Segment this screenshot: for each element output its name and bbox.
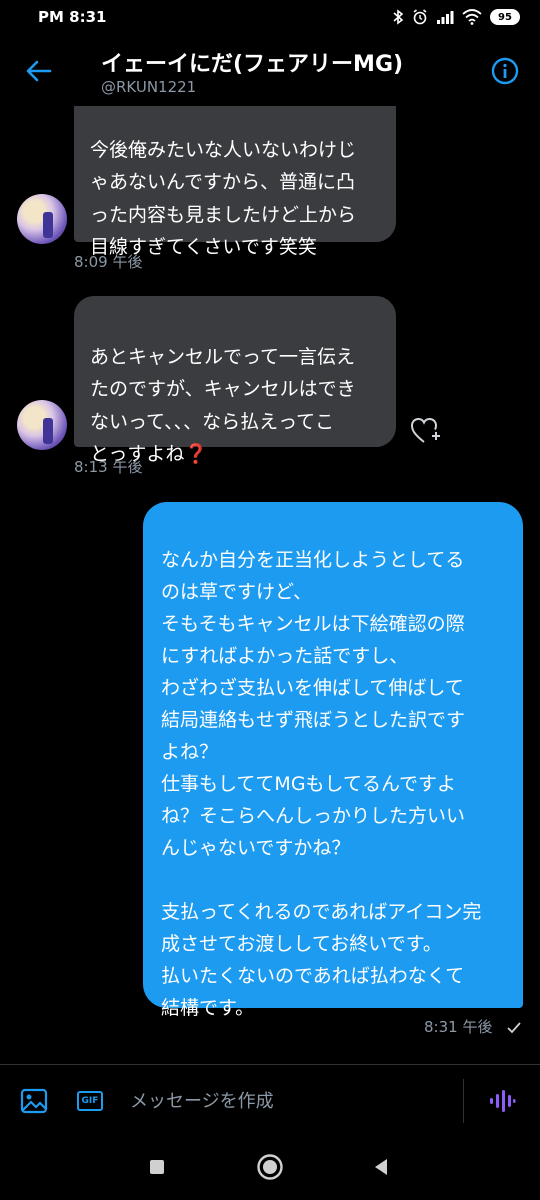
back-arrow-icon xyxy=(26,60,52,82)
conversation-header: イェーイにだ(フェアリーMG) @RKUN1221 xyxy=(0,34,540,106)
sent-check-icon xyxy=(507,1019,521,1038)
info-icon xyxy=(491,57,519,85)
composer-divider xyxy=(463,1079,464,1123)
message-composer: GIF xyxy=(0,1064,540,1134)
back-button[interactable] xyxy=(24,56,54,86)
gif-button[interactable]: GIF xyxy=(74,1085,106,1117)
status-time: PM 8:31 xyxy=(38,8,107,26)
alarm-icon xyxy=(412,9,428,25)
back-icon xyxy=(375,1159,387,1175)
recents-icon xyxy=(150,1160,164,1174)
message-timestamp: 8:31 午後 xyxy=(424,1018,493,1036)
message-text: あとキャンセルでって一言伝え たのですが、キャンセルはでき ないって、、、なら払… xyxy=(90,345,356,466)
voice-icon xyxy=(490,1090,516,1112)
info-button[interactable] xyxy=(490,56,520,86)
voice-message-button[interactable] xyxy=(486,1085,518,1117)
conversation-title[interactable]: イェーイにだ(フェアリーMG) xyxy=(101,46,403,78)
wifi-icon xyxy=(462,9,482,25)
add-reaction-button[interactable] xyxy=(410,416,442,450)
bluetooth-icon xyxy=(392,9,404,25)
message-timestamp: 8:13 午後 xyxy=(74,458,143,476)
battery-icon: 95 xyxy=(490,9,520,25)
signal-icon xyxy=(436,10,454,24)
recents-button[interactable] xyxy=(142,1152,172,1182)
system-navigation-bar xyxy=(0,1134,540,1200)
status-bar: PM 8:31 95 xyxy=(0,0,540,34)
heart-plus-icon xyxy=(410,417,440,443)
message-text: なんか自分を正当化しようとしてる のは草ですけど、 そもそもキャンセルは下絵確認… xyxy=(161,549,482,1019)
system-back-button[interactable] xyxy=(366,1152,396,1182)
home-icon xyxy=(257,1154,283,1180)
avatar[interactable] xyxy=(17,194,67,244)
outgoing-message-bubble[interactable]: なんか自分を正当化しようとしてる のは草ですけど、 そもそもキャンセルは下絵確認… xyxy=(143,502,523,1019)
avatar[interactable] xyxy=(17,400,67,450)
message-text: 今後俺みたいな人いないわけじ ゃあないんですから、普通に凸 った内容も見ましたけ… xyxy=(90,138,357,259)
gif-icon: GIF xyxy=(77,1091,103,1111)
incoming-message-bubble[interactable]: 今後俺みたいな人いないわけじ ゃあないんですから、普通に凸 った内容も見ましたけ… xyxy=(74,106,396,258)
message-list[interactable]: 今後俺みたいな人いないわけじ ゃあないんですから、普通に凸 った内容も見ましたけ… xyxy=(0,106,540,1064)
dm-conversation-screen: PM 8:31 95 イェーイにだ(フェアリーMG) @RKUN1221 今後俺… xyxy=(0,0,540,1200)
status-icons: 95 xyxy=(392,9,520,25)
user-handle[interactable]: @RKUN1221 xyxy=(101,78,196,96)
message-input[interactable] xyxy=(130,1083,450,1119)
home-button[interactable] xyxy=(255,1152,285,1182)
image-icon xyxy=(20,1088,48,1114)
incoming-message-bubble[interactable]: あとキャンセルでって一言伝え たのですが、キャンセルはでき ないって、、、なら払… xyxy=(74,296,396,465)
image-button[interactable] xyxy=(18,1085,50,1117)
message-timestamp: 8:09 午後 xyxy=(74,253,143,271)
